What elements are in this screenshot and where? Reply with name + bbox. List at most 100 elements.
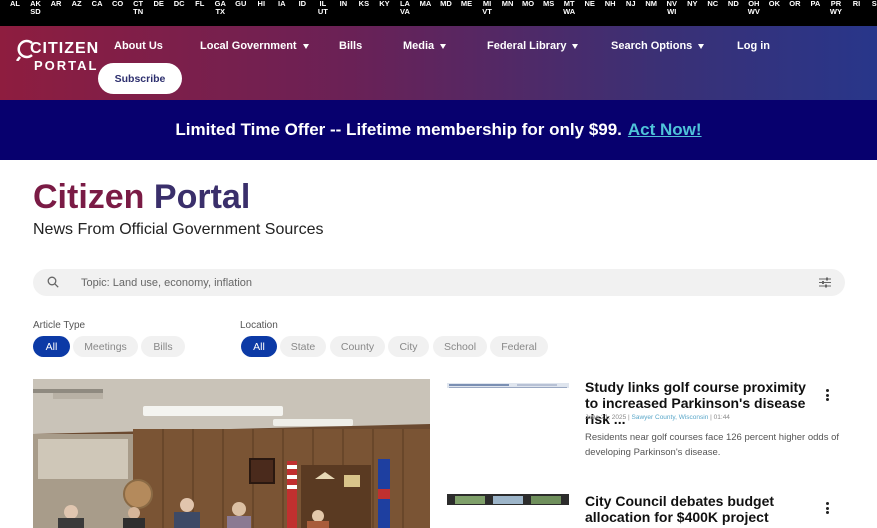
- state-link[interactable]: IA: [271, 0, 293, 8]
- state-link[interactable]: MA: [414, 0, 436, 8]
- state-link[interactable]: SC: [866, 0, 877, 8]
- pill-type-all[interactable]: All: [33, 336, 70, 357]
- state-link[interactable]: OH WV: [743, 0, 765, 16]
- state-link[interactable]: NV WI: [661, 0, 683, 16]
- pill-location-federal[interactable]: Federal: [490, 336, 548, 357]
- state-code[interactable]: VA: [394, 8, 416, 16]
- page-title-portal: Portal: [153, 178, 251, 216]
- nav-search-options[interactable]: Search Options: [611, 40, 705, 52]
- pill-type-bills[interactable]: Bills: [141, 336, 185, 357]
- state-link[interactable]: MD: [435, 0, 457, 8]
- offer-text: Limited Time Offer -- Lifetime membershi…: [175, 120, 622, 139]
- state-link[interactable]: KS: [353, 0, 375, 8]
- state-code: MA: [419, 0, 432, 8]
- state-code: KY: [379, 0, 390, 8]
- search-bar: [33, 269, 845, 296]
- state-code[interactable]: WV: [743, 8, 765, 16]
- state-link[interactable]: HI: [250, 0, 272, 8]
- article-location[interactable]: Sawyer County, Wisconsin: [632, 414, 709, 421]
- state-link[interactable]: IL UT: [312, 0, 334, 16]
- state-link[interactable]: AL: [4, 0, 26, 8]
- state-link[interactable]: MT WA: [558, 0, 580, 16]
- state-link[interactable]: PA: [804, 0, 826, 8]
- state-code[interactable]: TN: [127, 8, 149, 16]
- state-link[interactable]: CO: [107, 0, 129, 8]
- state-code[interactable]: UT: [312, 8, 334, 16]
- state-link[interactable]: AR: [45, 0, 67, 8]
- state-link[interactable]: KY: [373, 0, 395, 8]
- state-link[interactable]: OR: [784, 0, 806, 8]
- article-date: June 21, 2025: [585, 414, 627, 421]
- article-type-label: Article Type: [33, 320, 86, 331]
- state-link[interactable]: CA: [86, 0, 108, 8]
- state-code: NJ: [625, 0, 636, 8]
- filter-sliders-icon[interactable]: [819, 277, 831, 288]
- state-link[interactable]: OK: [763, 0, 785, 8]
- state-link[interactable]: GA TX: [209, 0, 231, 16]
- state-link[interactable]: NE: [579, 0, 601, 8]
- nav-media[interactable]: Media: [403, 40, 447, 52]
- article-thumbnail[interactable]: [447, 379, 569, 388]
- nav-federal-library[interactable]: Federal Library: [487, 40, 579, 52]
- pill-type-meetings[interactable]: Meetings: [73, 336, 138, 357]
- nav-local-government[interactable]: Local Government: [200, 40, 309, 52]
- state-link[interactable]: ME: [456, 0, 478, 8]
- state-link[interactable]: CT TN: [127, 0, 149, 16]
- pill-location-all[interactable]: All: [241, 336, 277, 357]
- state-code[interactable]: WA: [558, 8, 580, 16]
- state-code: DE: [153, 0, 164, 8]
- nav-log-in[interactable]: Log in: [737, 40, 770, 52]
- more-options-icon[interactable]: [824, 389, 830, 401]
- nav-about-label: About Us: [114, 40, 163, 52]
- pill-location-county[interactable]: County: [330, 336, 385, 357]
- article-title[interactable]: City Council debates budget allocation f…: [585, 493, 810, 528]
- nav-about-us[interactable]: About Us: [114, 40, 163, 52]
- state-link[interactable]: NH: [599, 0, 621, 8]
- meeting-room-illustration: [33, 379, 430, 528]
- subscribe-button[interactable]: Subscribe: [98, 63, 182, 94]
- state-code: MO: [522, 0, 535, 8]
- state-link[interactable]: MI VT: [476, 0, 498, 16]
- state-link[interactable]: MN: [497, 0, 519, 8]
- state-code: GU: [235, 0, 247, 8]
- caret-down-icon: [572, 43, 579, 49]
- state-code[interactable]: VT: [476, 8, 498, 16]
- state-link[interactable]: NY: [681, 0, 703, 8]
- pill-location-city[interactable]: City: [388, 336, 429, 357]
- state-link[interactable]: AZ: [66, 0, 88, 8]
- state-code[interactable]: WY: [825, 8, 847, 16]
- state-link[interactable]: MS: [538, 0, 560, 8]
- more-options-icon[interactable]: [824, 502, 830, 514]
- state-link[interactable]: FL: [189, 0, 211, 8]
- featured-meeting-image[interactable]: [33, 379, 430, 528]
- state-link[interactable]: NC: [702, 0, 724, 8]
- state-code: ND: [727, 0, 739, 8]
- state-link[interactable]: RI: [845, 0, 867, 8]
- state-link[interactable]: GU: [230, 0, 252, 8]
- state-link[interactable]: MO: [517, 0, 539, 8]
- nav-media-label: Media: [403, 40, 435, 52]
- state-link[interactable]: LA VA: [394, 0, 416, 16]
- state-link[interactable]: DC: [168, 0, 190, 8]
- nav-local-gov-label: Local Government: [200, 40, 297, 52]
- article-thumbnail[interactable]: [447, 493, 569, 505]
- state-link[interactable]: DE: [148, 0, 170, 8]
- state-link[interactable]: PR WY: [825, 0, 847, 16]
- search-input[interactable]: [81, 273, 801, 292]
- state-code[interactable]: WI: [661, 8, 683, 16]
- state-code: AZ: [71, 0, 82, 8]
- state-link[interactable]: ID: [291, 0, 313, 8]
- state-code: OK: [768, 0, 780, 8]
- pill-location-school[interactable]: School: [433, 336, 487, 357]
- act-now-link[interactable]: Act Now!: [628, 120, 702, 140]
- nav-bills[interactable]: Bills: [339, 40, 362, 52]
- state-code[interactable]: TX: [209, 8, 231, 16]
- state-link[interactable]: AK SD: [25, 0, 47, 16]
- state-link[interactable]: NJ: [620, 0, 642, 8]
- pill-location-state[interactable]: State: [280, 336, 326, 357]
- state-link[interactable]: NM: [640, 0, 662, 8]
- state-code[interactable]: SD: [25, 8, 47, 16]
- state-link[interactable]: ND: [722, 0, 744, 8]
- caret-down-icon: [440, 43, 447, 49]
- state-link[interactable]: IN: [332, 0, 354, 8]
